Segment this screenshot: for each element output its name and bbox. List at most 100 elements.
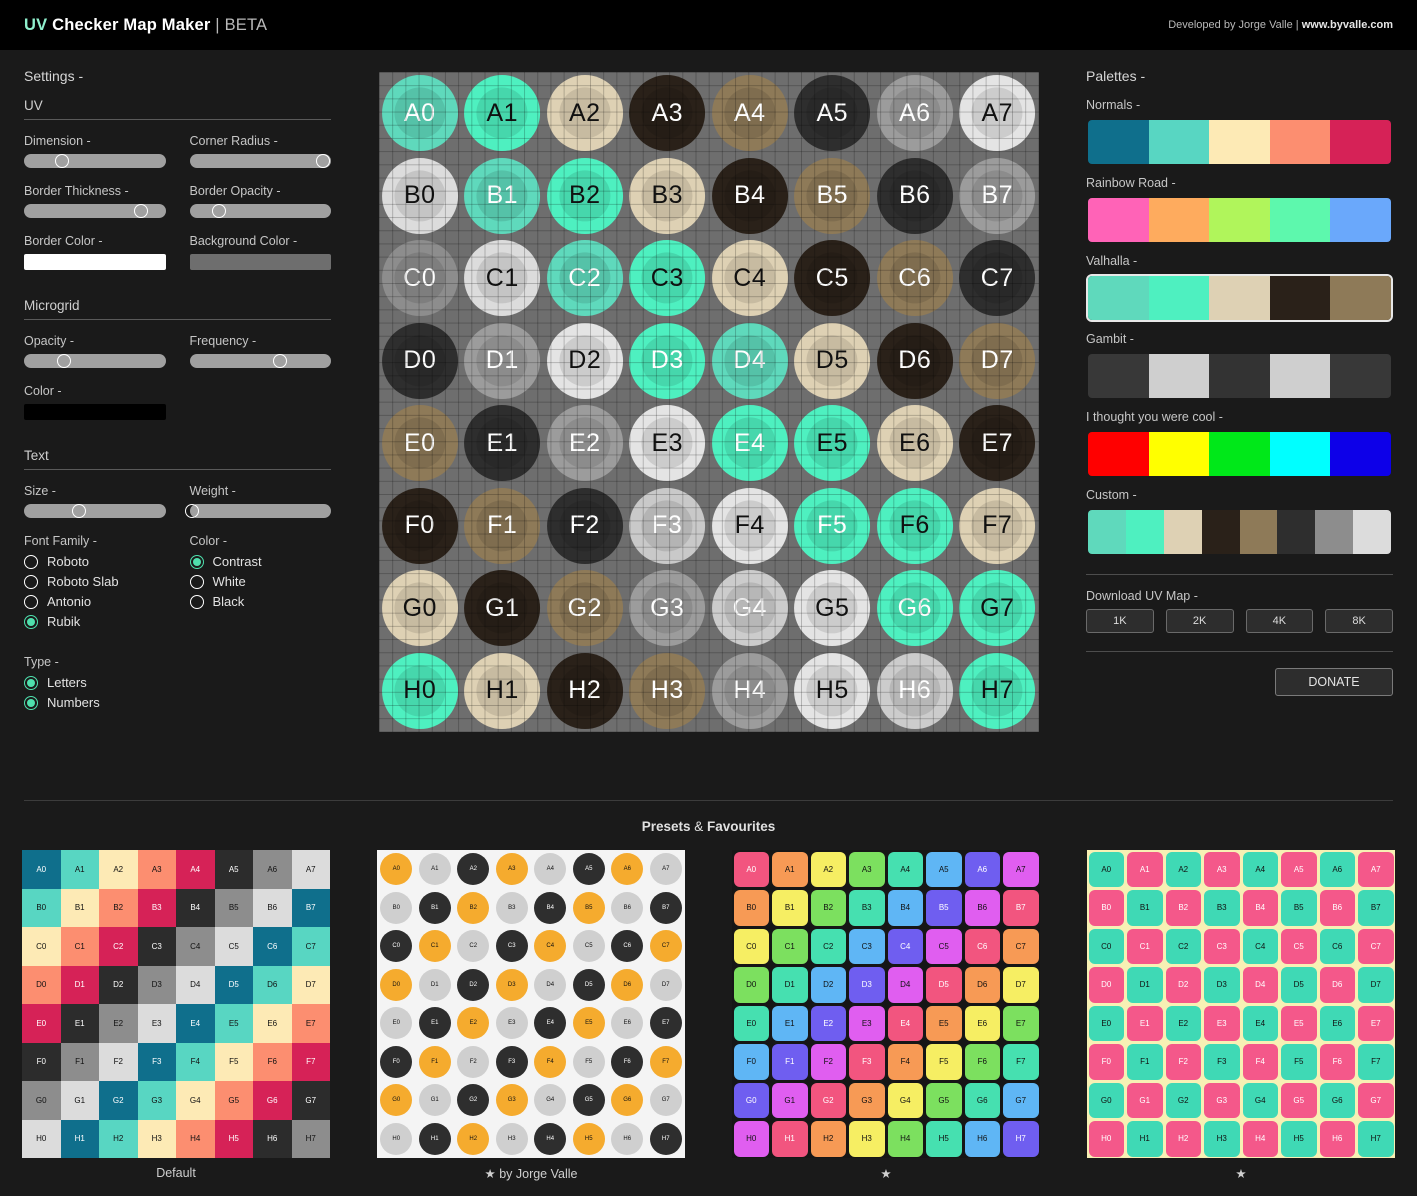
palette-swatch[interactable]	[1209, 198, 1270, 242]
radio-dot-icon[interactable]	[24, 614, 38, 629]
radio-dot-icon[interactable]	[24, 554, 38, 569]
microgrid-color-swatch[interactable]	[24, 404, 166, 420]
palette-swatch[interactable]	[1088, 276, 1149, 320]
corner-radius-slider[interactable]	[189, 154, 331, 168]
palette-swatch[interactable]	[1209, 276, 1270, 320]
dimension-slider[interactable]	[24, 154, 166, 168]
preset-item[interactable]: A0 A1 A2 A3 A4 A5 A6 A7 B0 B1 B2 B3 B4 B5 B6 B7 C0 C1 C2 C3…	[22, 850, 330, 1181]
palette-swatches[interactable]	[1086, 508, 1393, 556]
uv-cell: C6	[874, 237, 957, 320]
radio-dot-icon[interactable]	[24, 594, 38, 609]
palette-swatch[interactable]	[1148, 432, 1210, 476]
microgrid-frequency-slider-knob[interactable]	[273, 354, 288, 368]
palette-swatch[interactable]	[1088, 198, 1149, 242]
border-thickness-slider[interactable]	[24, 204, 166, 218]
type-option-numbers[interactable]: Numbers	[24, 695, 331, 710]
border-opacity-slider[interactable]	[189, 204, 331, 218]
radio-dot-icon[interactable]	[24, 574, 38, 589]
uv-cell-label: F5	[817, 511, 848, 540]
text-color-option-black[interactable]: Black	[189, 594, 332, 609]
palette-swatch[interactable]	[1353, 510, 1391, 554]
preset-item[interactable]: A0 A1 A2 A3 A4 A5 A6 A7 B0 B1 B2 B3 B4 B5 B6 B7 C0 C1 C2 C3…	[1087, 850, 1395, 1181]
palette-swatch[interactable]	[1201, 510, 1240, 554]
uv-checker-canvas[interactable]: A0 A1 A2 A3 A4 A5 A6 A7 B0 B1 B2 B3 B4 B5 B6 B7 C0 C1 C2 C3…	[378, 72, 1039, 732]
text-size-slider[interactable]	[24, 504, 166, 518]
microgrid-frequency-slider[interactable]	[189, 354, 331, 368]
preset-thumbnail[interactable]: A0 A1 A2 A3 A4 A5 A6 A7 B0 B1 B2 B3 B4 B5 B6 B7 C0 C1 C2 C3…	[732, 850, 1040, 1158]
palette-swatches[interactable]	[1086, 430, 1393, 478]
radio-dot-icon[interactable]	[189, 594, 204, 609]
border-opacity-slider-knob[interactable]	[212, 204, 227, 218]
text-size-slider-knob[interactable]	[72, 504, 87, 518]
palette-swatch[interactable]	[1209, 432, 1270, 476]
palette-swatch[interactable]	[1209, 354, 1270, 398]
palette-swatch[interactable]	[1088, 510, 1126, 554]
palette-swatch[interactable]	[1315, 510, 1354, 554]
preset-label: Default	[156, 1166, 196, 1180]
preset-thumbnail[interactable]: A0 A1 A2 A3 A4 A5 A6 A7 B0 B1 B2 B3 B4 B5 B6 B7 C0 C1 C2 C3…	[22, 850, 330, 1158]
palette-swatch[interactable]	[1269, 198, 1331, 242]
text-color-option-white[interactable]: White	[189, 574, 332, 589]
download-button-8k[interactable]: 8K	[1325, 609, 1393, 633]
preset-thumbnail[interactable]: A0 A1 A2 A3 A4 A5 A6 A7 B0 B1 B2 B3 B4 B5 B6 B7 C0 C1 C2 C3…	[377, 850, 685, 1158]
uv-cell-label: H3	[650, 676, 684, 705]
app-title-uv: UV	[24, 15, 48, 34]
border-thickness-slider-knob[interactable]	[134, 204, 149, 218]
donate-button[interactable]: DONATE	[1275, 668, 1393, 696]
palette-swatch[interactable]	[1163, 510, 1202, 554]
radio-dot-icon[interactable]	[24, 695, 38, 710]
palette-swatch[interactable]	[1148, 198, 1210, 242]
download-button-2k[interactable]: 2K	[1165, 609, 1234, 633]
palette-swatch[interactable]	[1330, 354, 1391, 398]
preset-item[interactable]: A0 A1 A2 A3 A4 A5 A6 A7 B0 B1 B2 B3 B4 B5 B6 B7 C0 C1 C2 C3…	[377, 850, 685, 1181]
dimension-slider-knob[interactable]	[55, 154, 70, 168]
palette-swatches[interactable]	[1086, 196, 1393, 244]
credit-prefix: Developed by Jorge Valle |	[1168, 19, 1302, 31]
microgrid-opacity-slider-knob[interactable]	[56, 354, 71, 368]
palette-swatch[interactable]	[1209, 120, 1270, 164]
download-button-4k[interactable]: 4K	[1245, 609, 1314, 633]
palette-swatch[interactable]	[1269, 120, 1331, 164]
font-option-roboto[interactable]: Roboto	[24, 554, 166, 569]
palette-swatch[interactable]	[1330, 120, 1391, 164]
palette-swatch[interactable]	[1330, 198, 1391, 242]
palette-swatch[interactable]	[1088, 354, 1149, 398]
radio-dot-icon[interactable]	[189, 574, 204, 589]
palette-swatch[interactable]	[1148, 276, 1210, 320]
credit-website-link[interactable]: www.byvalle.com	[1302, 19, 1393, 31]
radio-dot-icon[interactable]	[189, 554, 204, 569]
palette-swatch[interactable]	[1088, 432, 1149, 476]
palette-swatch[interactable]	[1148, 354, 1210, 398]
palette-swatch[interactable]	[1125, 510, 1164, 554]
text-color-option-contrast[interactable]: Contrast	[189, 554, 332, 569]
palette-swatches[interactable]	[1086, 118, 1393, 166]
preset-item[interactable]: A0 A1 A2 A3 A4 A5 A6 A7 B0 B1 B2 B3 B4 B5 B6 B7 C0 C1 C2 C3…	[732, 850, 1040, 1181]
font-option-antonio[interactable]: Antonio	[24, 594, 166, 609]
font-option-roboto-slab[interactable]: Roboto Slab	[24, 574, 166, 589]
palette-swatch[interactable]	[1330, 276, 1391, 320]
border-color-swatch[interactable]	[24, 254, 166, 270]
microgrid-opacity-slider[interactable]	[24, 354, 166, 368]
text-weight-slider[interactable]	[185, 504, 331, 518]
background-color-swatch[interactable]	[189, 254, 331, 270]
preset-thumbnail[interactable]: A0 A1 A2 A3 A4 A5 A6 A7 B0 B1 B2 B3 B4 B5 B6 B7 C0 C1 C2 C3…	[1087, 850, 1395, 1158]
download-button-1k[interactable]: 1K	[1086, 609, 1154, 633]
preset-cell: F3	[495, 1045, 528, 1078]
palette-swatch[interactable]	[1269, 432, 1331, 476]
palette-swatch[interactable]	[1330, 432, 1391, 476]
type-option-letters[interactable]: Letters	[24, 675, 331, 690]
palette-swatch[interactable]	[1239, 510, 1278, 554]
palette-swatch[interactable]	[1269, 276, 1331, 320]
font-option-rubik[interactable]: Rubik	[24, 614, 166, 629]
corner-radius-slider-knob[interactable]	[315, 154, 330, 168]
palette-swatch[interactable]	[1269, 354, 1331, 398]
palette-swatches[interactable]	[1086, 352, 1393, 400]
palette-swatch[interactable]	[1088, 120, 1149, 164]
palette-swatches[interactable]	[1086, 274, 1393, 322]
border-thickness-label: Border Thickness -	[24, 184, 129, 198]
radio-dot-icon[interactable]	[24, 675, 38, 690]
microgrid-color-label: Color -	[24, 384, 62, 398]
palette-swatch[interactable]	[1277, 510, 1316, 554]
palette-swatch[interactable]	[1148, 120, 1210, 164]
text-weight-slider-knob[interactable]	[185, 504, 200, 518]
